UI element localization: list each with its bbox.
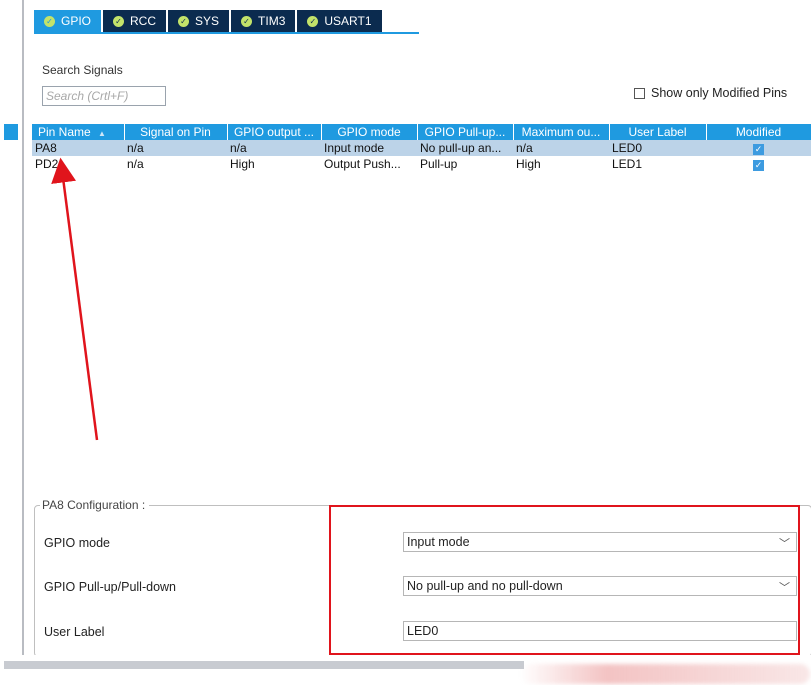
configuration-title: PA8 Configuration : [40,498,150,512]
gpio-pull-label: GPIO Pull-up/Pull-down [44,580,177,594]
column-header-signal[interactable]: Signal on Pin [124,124,228,140]
horizontal-scrollbar[interactable] [4,661,524,669]
annotation-arrow-line [51,157,99,441]
column-header-gpio-mode[interactable]: GPIO mode [321,124,418,140]
cell-output: High [230,157,255,171]
chevron-down-icon: ﹀ [779,582,790,594]
column-header-max-output[interactable]: Maximum ou... [513,124,610,140]
cell-pin: PA8 [32,140,124,156]
check-circle-icon: ✓ [241,15,253,27]
cell-signal: n/a [127,157,144,171]
cell-signal: n/a [124,140,227,156]
user-label-input[interactable] [403,621,797,641]
table-header-row: Pin Name ▲ Signal on Pin GPIO output ...… [32,124,811,140]
check-circle-icon: ✓ [178,15,190,27]
gpio-pull-select[interactable]: No pull-up and no pull-down ﹀ [403,576,797,596]
gpio-mode-select[interactable]: Input mode ﹀ [403,532,797,552]
tab-label: SYS [195,14,220,28]
table-row[interactable]: PD2 n/a High Output Push... Pull-up High… [32,156,811,172]
column-header-modified[interactable]: Modified [706,124,811,140]
gpio-mode-label: GPIO mode [44,536,110,550]
cell-max: n/a [513,140,609,156]
check-circle-icon: ✓ [307,15,319,27]
cell-modified[interactable]: ✓ [706,140,811,156]
tab-label: GPIO [61,14,92,28]
tab-usart1[interactable]: ✓ USART1 [297,10,384,32]
tab-label: TIM3 [258,14,286,28]
column-header-pull[interactable]: GPIO Pull-up... [417,124,514,140]
tab-tim3[interactable]: ✓ TIM3 [231,10,298,32]
column-header-user-label[interactable]: User Label [609,124,707,140]
tab-rcc[interactable]: ✓ RCC [103,10,169,32]
cell-label: LED1 [612,157,643,171]
user-label-label: User Label [44,625,105,639]
gpio-mode-value: Input mode [407,535,470,549]
tab-bar: ✓ GPIO ✓ RCC ✓ SYS ✓ TIM3 ✓ USART1 [34,10,384,32]
show-modified-checkbox[interactable] [634,87,645,99]
panel-divider [22,0,24,655]
checkbox-checked-icon[interactable]: ✓ [753,160,764,171]
row-header-stub [4,124,18,140]
pin-table: Pin Name ▲ Signal on Pin GPIO output ...… [32,124,811,172]
check-circle-icon: ✓ [113,15,125,27]
cell-pin: PD2 [35,157,59,171]
cell-max: High [516,157,541,171]
cell-pull: No pull-up an... [417,140,513,156]
cell-label: LED0 [609,140,706,156]
tab-gpio[interactable]: ✓ GPIO [34,10,104,32]
column-header-gpio-output[interactable]: GPIO output ... [227,124,322,140]
show-modified-label: Show only Modified Pins [651,86,788,100]
column-header-pin-name[interactable]: Pin Name ▲ [32,124,125,140]
cell-mode: Output Push... [324,157,401,171]
sort-ascending-icon: ▲ [98,129,106,138]
tab-sys[interactable]: ✓ SYS [168,10,232,32]
table-row[interactable]: PA8 n/a n/a Input mode No pull-up an... … [32,140,811,156]
check-circle-icon: ✓ [44,15,55,27]
cell-output: n/a [227,140,321,156]
left-gutter [0,0,22,685]
search-signals-input[interactable] [42,86,166,106]
redaction-smudge [520,664,810,684]
gpio-pull-value: No pull-up and no pull-down [407,579,563,593]
cell-mode: Input mode [321,140,417,156]
tab-label: USART1 [324,14,372,28]
show-modified-toggle[interactable]: Show only Modified Pins [634,86,787,100]
tab-underline [34,32,419,34]
cell-pull: Pull-up [420,157,458,171]
tab-label: RCC [130,14,157,28]
cell-modified[interactable]: ✓ [706,156,811,172]
search-signals-label: Search Signals [42,63,123,77]
chevron-down-icon: ﹀ [779,538,790,550]
checkbox-checked-icon[interactable]: ✓ [753,144,764,155]
